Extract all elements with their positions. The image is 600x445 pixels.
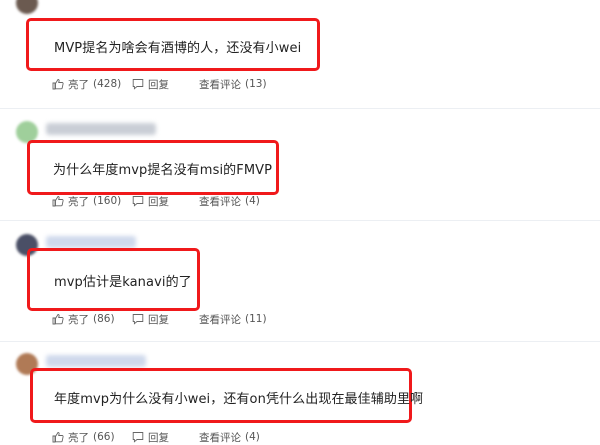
reply-count: (4) [245, 195, 260, 207]
thumbs-up-icon [52, 79, 64, 90]
like-count: (428) [93, 78, 122, 90]
reply-count: (4) [245, 431, 260, 443]
reply-button[interactable]: 回复 [132, 76, 169, 92]
view-replies-link[interactable]: 查看评论 (11) [199, 311, 267, 327]
comment-item: 年度mvp为什么没有小wei，还有on凭什么出现在最佳辅助里啊 亮了 (66) 回… [0, 342, 600, 444]
like-button[interactable]: 亮了 (428) [52, 76, 121, 92]
view-replies-label: 查看评论 [199, 195, 241, 208]
like-label: 亮了 [68, 78, 89, 91]
like-button[interactable]: 亮了 (160) [52, 193, 121, 209]
like-count: (66) [93, 431, 115, 443]
reply-label: 回复 [148, 78, 169, 91]
thumbs-up-icon [52, 432, 64, 443]
reply-label: 回复 [148, 313, 169, 326]
reply-button[interactable]: 回复 [132, 429, 169, 445]
reply-icon [132, 432, 144, 443]
comment-text: 为什么年度mvp提名没有msi的FMVP [53, 163, 273, 178]
username-blurred [46, 355, 146, 367]
username-blurred [46, 123, 156, 135]
reply-count: (11) [245, 313, 267, 325]
like-button[interactable]: 亮了 (66) [52, 429, 115, 445]
reply-icon [132, 314, 144, 325]
avatar[interactable] [16, 0, 38, 14]
comment-text: MVP提名为啥会有酒博的人，还没有小wei [54, 41, 302, 56]
like-count: (160) [93, 195, 122, 207]
thumbs-up-icon [52, 196, 64, 207]
like-label: 亮了 [68, 313, 89, 326]
like-button[interactable]: 亮了 (86) [52, 311, 115, 327]
view-replies-label: 查看评论 [199, 431, 241, 444]
reply-label: 回复 [148, 195, 169, 208]
view-replies-label: 查看评论 [199, 78, 241, 91]
reply-icon [132, 79, 144, 90]
view-replies-link[interactable]: 查看评论 (13) [199, 76, 267, 92]
reply-button[interactable]: 回复 [132, 193, 169, 209]
like-label: 亮了 [68, 431, 89, 444]
comment-text: mvp估计是kanavi的了 [54, 275, 192, 290]
reply-button[interactable]: 回复 [132, 311, 169, 327]
view-replies-label: 查看评论 [199, 313, 241, 326]
comment-text: 年度mvp为什么没有小wei，还有on凭什么出现在最佳辅助里啊 [54, 392, 424, 407]
view-replies-link[interactable]: 查看评论 (4) [199, 193, 260, 209]
like-label: 亮了 [68, 195, 89, 208]
comment-item: mvp估计是kanavi的了 亮了 (86) 回复 查看评论 (11) [0, 221, 600, 341]
reply-count: (13) [245, 78, 267, 90]
reply-icon [132, 196, 144, 207]
reply-label: 回复 [148, 431, 169, 444]
comment-item: 为什么年度mvp提名没有msi的FMVP 亮了 (160) 回复 查看评论 (4) [0, 109, 600, 220]
username-blurred [46, 236, 136, 248]
view-replies-link[interactable]: 查看评论 (4) [199, 429, 260, 445]
comment-item: MVP提名为啥会有酒博的人，还没有小wei 亮了 (428) 回复 查看评论 (13… [0, 0, 600, 108]
like-count: (86) [93, 313, 115, 325]
thumbs-up-icon [52, 314, 64, 325]
